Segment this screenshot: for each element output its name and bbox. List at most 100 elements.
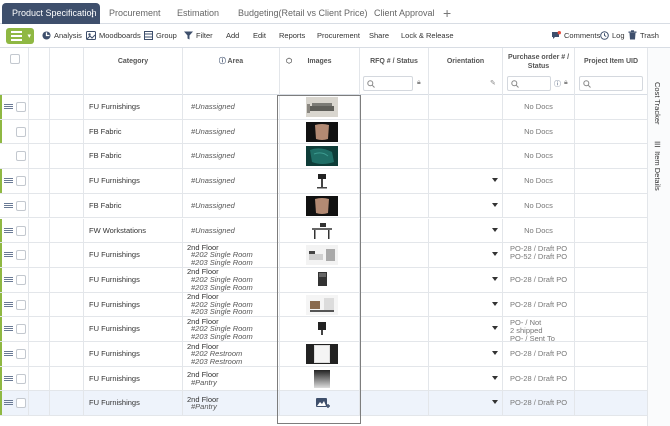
- category-cell[interactable]: FU Furnishings: [89, 317, 140, 341]
- drag-handle-icon[interactable]: [4, 104, 13, 110]
- area-cell[interactable]: 2nd Floor #202 Single Room #203 Single Roo…: [187, 268, 253, 291]
- drag-handle-icon[interactable]: [4, 227, 13, 234]
- header-project-item-uid[interactable]: Project Item UID: [575, 48, 647, 95]
- trash-button[interactable]: Trash: [628, 24, 659, 48]
- category-cell[interactable]: FU Furnishings: [89, 95, 140, 119]
- tab-menu-icon[interactable]: ⋮: [88, 3, 97, 24]
- category-cell[interactable]: FB Fabric: [89, 194, 122, 218]
- filter-button[interactable]: Filter: [184, 24, 213, 48]
- area-cell[interactable]: #Unassigned: [191, 194, 235, 218]
- tab-estimation[interactable]: Estimation: [177, 3, 219, 24]
- tab-product-specification[interactable]: Product Specification ⋮: [2, 3, 100, 24]
- tab-budgeting[interactable]: Budgeting(Retail vs Client Price): [238, 3, 368, 24]
- comments-button[interactable]: Comments: [551, 24, 600, 48]
- dropdown-caret-icon[interactable]: [492, 202, 498, 207]
- edit-button[interactable]: Edit: [253, 24, 266, 48]
- drag-handle-icon[interactable]: [4, 252, 13, 258]
- po-status-cell[interactable]: No Docs: [503, 219, 574, 243]
- header-category[interactable]: Category: [84, 48, 183, 95]
- dropdown-caret-icon[interactable]: [492, 351, 498, 355]
- row-checkbox[interactable]: [16, 250, 26, 261]
- area-cell[interactable]: #Unassigned: [191, 120, 235, 144]
- row-checkbox[interactable]: [16, 151, 26, 162]
- log-button[interactable]: Log: [600, 24, 625, 48]
- dropdown-caret-icon[interactable]: [492, 178, 498, 183]
- drag-handle-icon[interactable]: [4, 301, 13, 308]
- category-cell[interactable]: FU Furnishings: [89, 342, 140, 366]
- row-checkbox[interactable]: [16, 398, 26, 409]
- category-cell[interactable]: FB Fabric: [89, 120, 122, 144]
- po-status-cell[interactable]: PO-28 / Draft PO: [503, 342, 574, 366]
- category-cell[interactable]: FW Workstations: [89, 219, 146, 243]
- drag-handle-icon[interactable]: [4, 276, 13, 283]
- po-status-cell[interactable]: PO-28 / Draft PO: [503, 293, 574, 317]
- po-status-cell[interactable]: No Docs: [503, 194, 574, 218]
- row-checkbox[interactable]: [16, 274, 26, 285]
- po-status-cell[interactable]: PO- / Not 2 shipped PO- / Sent To: [503, 319, 574, 343]
- item-details-tab[interactable]: ☰ Item Details: [653, 140, 662, 191]
- area-cell[interactable]: #Unassigned: [191, 95, 235, 119]
- category-cell[interactable]: FU Furnishings: [89, 268, 140, 292]
- row-checkbox[interactable]: [16, 324, 26, 335]
- area-cell[interactable]: #Unassigned: [191, 169, 235, 193]
- row-checkbox[interactable]: [16, 126, 26, 137]
- share-button[interactable]: Share: [369, 24, 389, 48]
- drag-handle-icon[interactable]: [4, 400, 13, 406]
- area-cell[interactable]: 2nd Floor #Pantry: [187, 371, 219, 386]
- category-cell[interactable]: FB Fabric: [89, 144, 122, 168]
- dropdown-caret-icon[interactable]: [492, 301, 498, 306]
- tab-client-approval[interactable]: Client Approval: [374, 3, 435, 24]
- category-cell[interactable]: FU Furnishings: [89, 367, 140, 391]
- moodboards-button[interactable]: Moodboards: [86, 24, 141, 48]
- po-status-cell[interactable]: PO-28 / Draft PO PO-52 / Draft PO: [503, 245, 574, 261]
- area-cell[interactable]: #Unassigned: [191, 144, 235, 168]
- dropdown-caret-icon[interactable]: [492, 400, 498, 405]
- po-status-cell[interactable]: PO-28 / Draft PO: [503, 367, 574, 391]
- po-status-cell[interactable]: No Docs: [503, 95, 574, 119]
- po-status-cell[interactable]: PO-28 / Draft PO: [503, 391, 574, 415]
- drag-handle-icon[interactable]: [4, 202, 13, 209]
- dropdown-caret-icon[interactable]: [492, 227, 498, 232]
- po-status-cell[interactable]: No Docs: [503, 144, 574, 168]
- row-checkbox[interactable]: [16, 225, 26, 236]
- dropdown-caret-icon[interactable]: [492, 252, 498, 257]
- row-checkbox[interactable]: [16, 200, 26, 211]
- po-status-cell[interactable]: PO-28 / Draft PO: [503, 268, 574, 292]
- row-checkbox[interactable]: [16, 102, 26, 112]
- add-button[interactable]: Add: [226, 24, 239, 48]
- uid-filter-input[interactable]: [579, 76, 643, 91]
- reports-button[interactable]: Reports: [279, 24, 305, 48]
- analysis-button[interactable]: Analysis: [42, 24, 82, 48]
- header-area[interactable]: ⓘ Area: [183, 48, 280, 95]
- po-status-cell[interactable]: No Docs: [503, 169, 574, 193]
- drag-handle-icon[interactable]: [4, 178, 13, 184]
- header-orientation[interactable]: Orientation ✎: [429, 48, 503, 95]
- dropdown-caret-icon[interactable]: [492, 326, 498, 331]
- category-cell[interactable]: FU Furnishings: [89, 293, 140, 317]
- area-cell[interactable]: 2nd Floor #202 Single Room #203 Single Roo…: [187, 293, 253, 316]
- category-cell[interactable]: FU Furnishings: [89, 391, 140, 415]
- row-checkbox[interactable]: [16, 349, 26, 359]
- menu-button[interactable]: ▾: [6, 28, 34, 44]
- header-rfq[interactable]: RFQ # / Status 🔒︎: [360, 48, 429, 95]
- header-purchase-order[interactable]: Purchase order # / Status ⓘ 🔒︎: [503, 48, 575, 95]
- dropdown-caret-icon[interactable]: [492, 375, 498, 380]
- row-checkbox[interactable]: [16, 373, 26, 384]
- po-status-cell[interactable]: No Docs: [503, 120, 574, 144]
- cost-tracker-tab[interactable]: Cost Tracker: [653, 82, 662, 125]
- area-cell[interactable]: 2nd Floor #Pantry: [187, 396, 219, 411]
- po-filter-input[interactable]: [507, 76, 551, 91]
- drag-handle-icon[interactable]: [4, 351, 13, 357]
- dropdown-caret-icon[interactable]: [492, 276, 498, 281]
- area-cell[interactable]: 2nd Floor #202 Single Room #203 Single Roo…: [187, 318, 253, 341]
- group-button[interactable]: Group: [144, 24, 177, 48]
- header-images[interactable]: ⬡ Images: [280, 48, 360, 95]
- drag-handle-icon[interactable]: [4, 326, 13, 332]
- category-cell[interactable]: FU Furnishings: [89, 169, 140, 193]
- add-tab-icon[interactable]: +: [443, 3, 451, 24]
- row-checkbox[interactable]: [16, 299, 26, 310]
- area-cell[interactable]: 2nd Floor #202 Restroom #203 Restroom: [187, 342, 242, 366]
- procurement-button[interactable]: Procurement: [317, 24, 360, 48]
- category-cell[interactable]: FU Furnishings: [89, 243, 140, 267]
- row-checkbox[interactable]: [16, 176, 26, 187]
